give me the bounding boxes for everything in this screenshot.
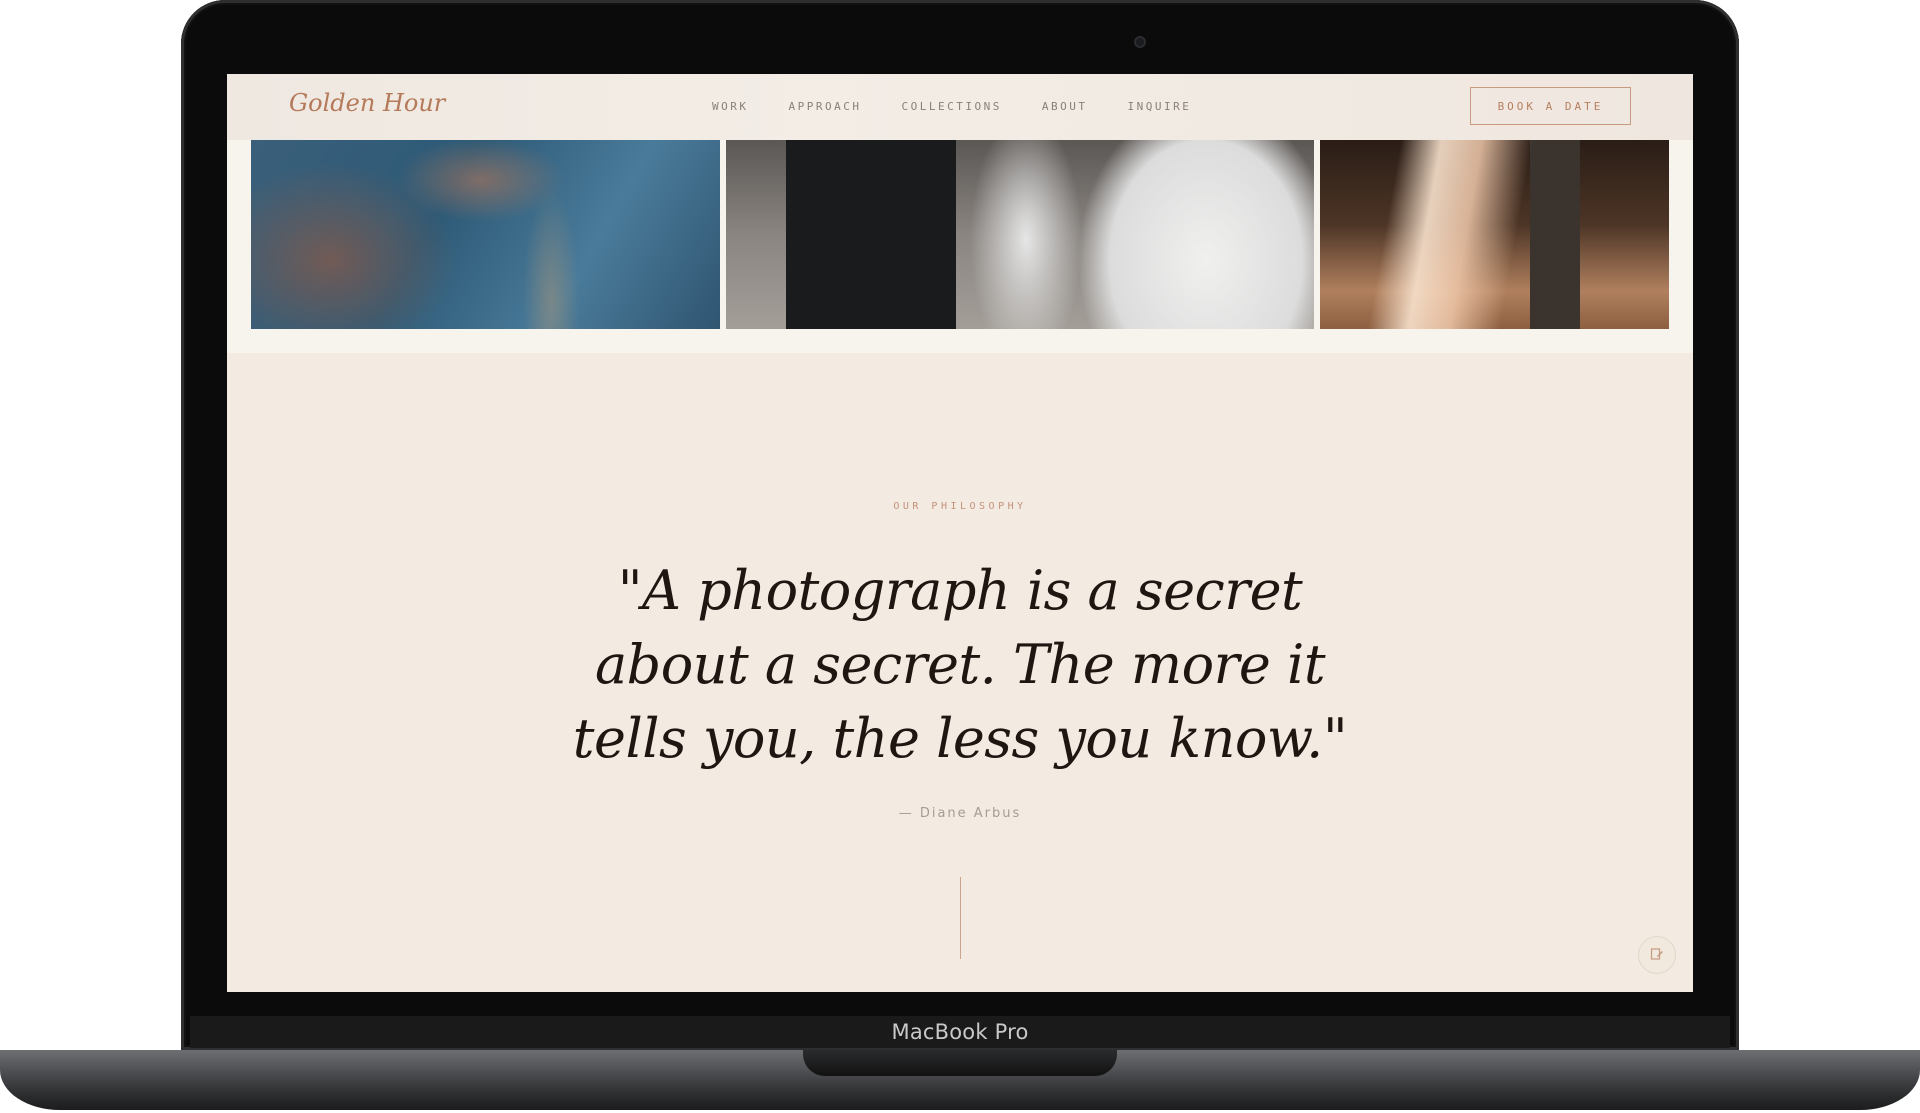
nav-item-inquire[interactable]: INQUIRE [1127,100,1191,113]
site-header: Golden Hour WORK APPROACH COLLECTIONS AB… [227,74,1693,141]
main-nav: WORK APPROACH COLLECTIONS ABOUT INQUIRE [712,100,1231,113]
book-a-date-button[interactable]: BOOK A DATE [1470,87,1631,125]
section-eyebrow: OUR PHILOSOPHY [893,501,1027,512]
vertical-divider [960,877,961,959]
laptop-notch [803,1050,1117,1076]
camera-icon [1134,36,1146,48]
quote-attribution: — Diane Arbus [898,806,1022,821]
nav-item-approach[interactable]: APPROACH [789,100,862,113]
nav-item-about[interactable]: ABOUT [1042,100,1088,113]
nav-item-work[interactable]: WORK [712,100,749,113]
photo-gallery [227,140,1693,353]
corner-action-button[interactable] [1638,936,1676,974]
edit-document-icon [1650,947,1664,964]
device-label: MacBook Pro [891,1020,1029,1044]
nav-item-collections[interactable]: COLLECTIONS [901,100,1001,113]
philosophy-quote: "A photograph is a secret about a secret… [572,559,1348,770]
gallery-photo-couple-walking[interactable] [726,140,1314,329]
gallery-photo-hands[interactable] [251,140,720,329]
site-logo[interactable]: Golden Hour [289,89,445,117]
website-screen: Golden Hour WORK APPROACH COLLECTIONS AB… [227,74,1693,992]
gallery-photo-bride-aisle[interactable] [1320,140,1669,329]
laptop-chin: MacBook Pro [190,1016,1730,1048]
